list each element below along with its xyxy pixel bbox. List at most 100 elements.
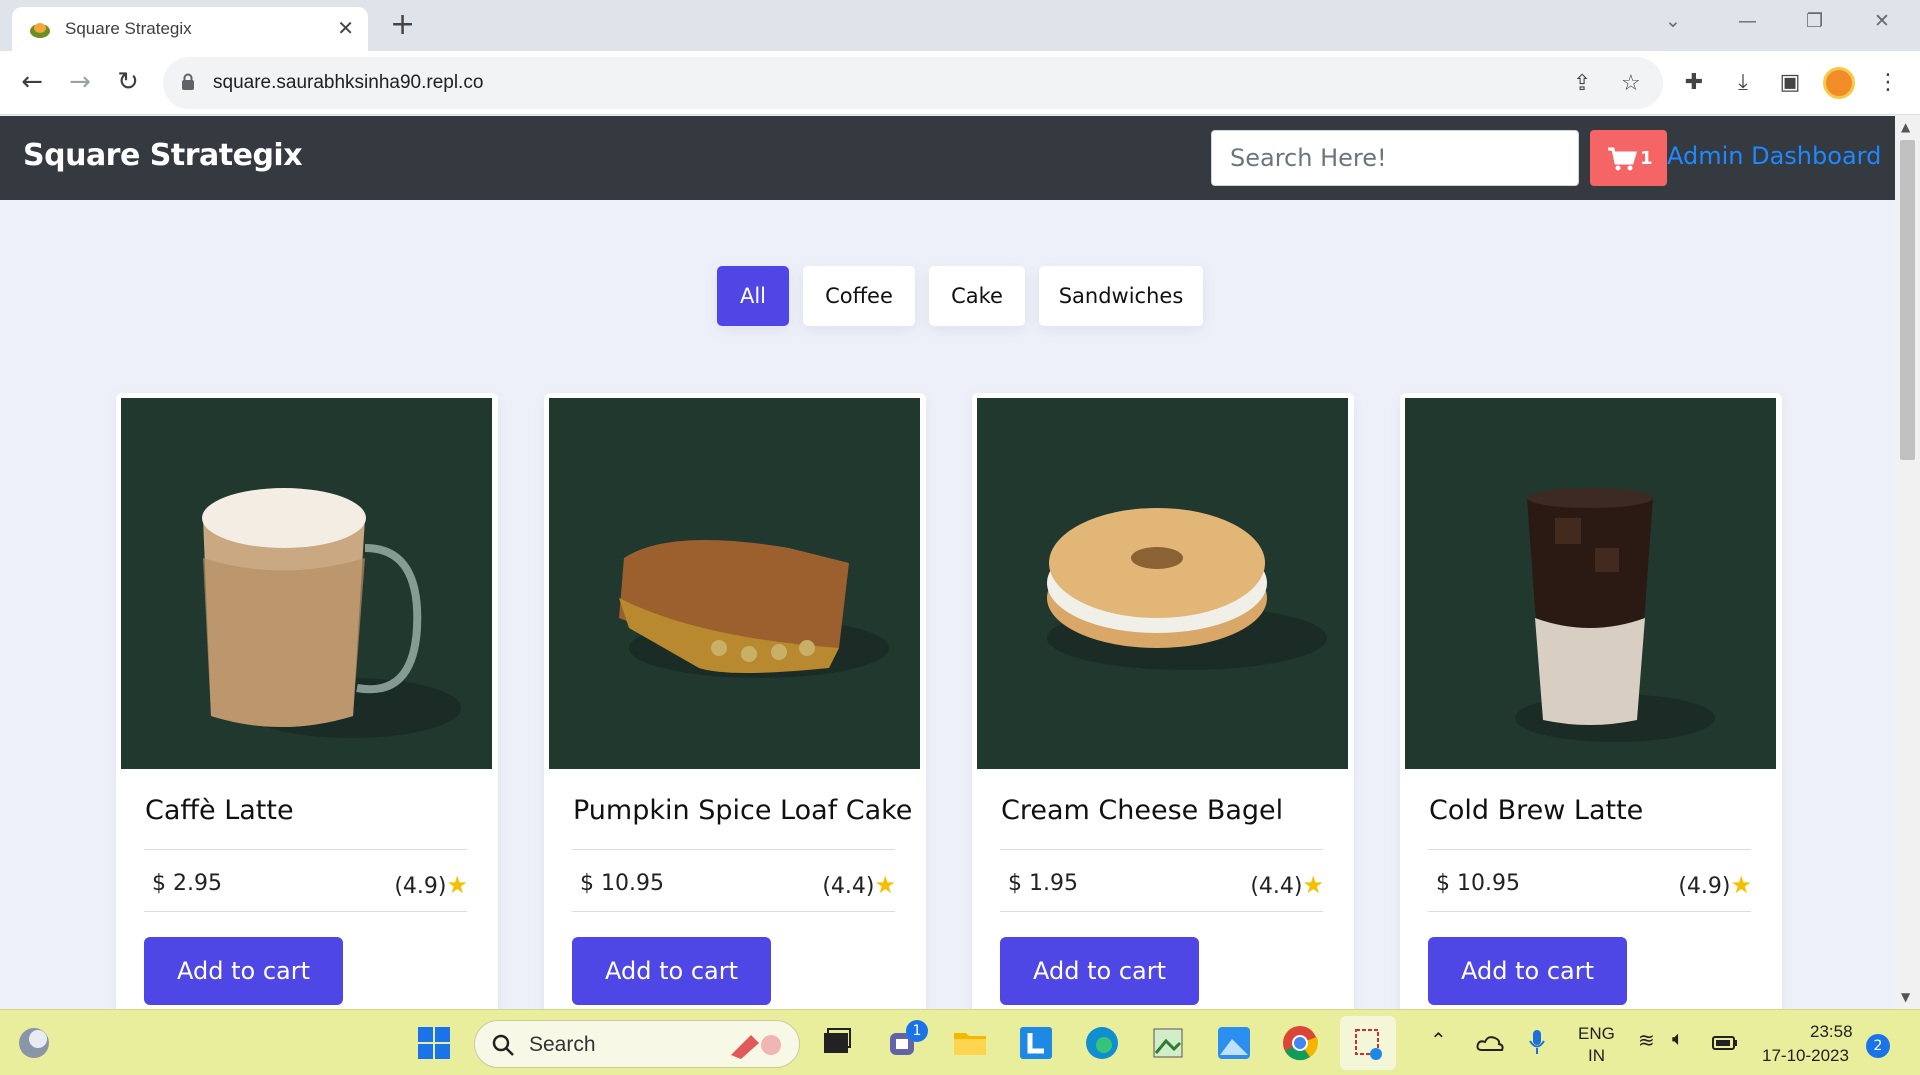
cart-button[interactable]: 1: [1590, 130, 1667, 186]
language-top[interactable]: ENG: [1578, 1024, 1615, 1044]
product-image-bagel: [977, 398, 1348, 769]
notification-badge[interactable]: 2: [1866, 1034, 1890, 1058]
divider: [1428, 849, 1751, 850]
filter-sandwiches[interactable]: Sandwiches: [1039, 266, 1203, 326]
product-price: $ 2.95: [152, 871, 222, 896]
lock-icon: [182, 73, 194, 90]
tab-search-icon[interactable]: ⌄: [1665, 8, 1681, 34]
scroll-down-icon[interactable]: ▼: [1901, 990, 1910, 1004]
star-icon: ★: [874, 871, 896, 899]
product-rating: (4.9)★: [1678, 871, 1752, 899]
menu-icon[interactable]: ⋮: [1871, 66, 1905, 100]
page-scrollbar[interactable]: ▲ ▼: [1895, 116, 1920, 1009]
add-to-cart-button[interactable]: Add to cart: [144, 937, 343, 1005]
filter-coffee[interactable]: Coffee: [803, 266, 915, 326]
add-to-cart-button[interactable]: Add to cart: [572, 937, 771, 1005]
taskbar-search-label: Search: [529, 1033, 596, 1056]
new-tab-icon[interactable]: +: [390, 9, 415, 41]
search-icon: [492, 1034, 514, 1056]
taskbar-search[interactable]: Search: [474, 1020, 800, 1068]
reload-icon[interactable]: ↻: [112, 67, 144, 99]
divider: [1000, 911, 1323, 912]
browser-tab[interactable]: Square Strategix ✕: [12, 7, 368, 51]
forward-icon[interactable]: →: [64, 67, 96, 99]
add-to-cart-button[interactable]: Add to cart: [1000, 937, 1199, 1005]
microphone-icon[interactable]: [1528, 1028, 1546, 1056]
search-input[interactable]: [1211, 130, 1579, 186]
product-rating: (4.9)★: [394, 871, 468, 899]
tab-close-icon[interactable]: ✕: [337, 17, 354, 39]
divider: [572, 911, 895, 912]
product-image-loaf-cake: [549, 398, 920, 769]
volume-icon[interactable]: 🔈︎: [1672, 1028, 1684, 1051]
filter-all[interactable]: All: [717, 266, 789, 326]
product-price: $ 10.95: [1436, 871, 1520, 896]
product-card: Pumpkin Spice Loaf Cake $ 10.95 (4.4)★ A…: [544, 393, 926, 1009]
url-text: square.saurabhksinha90.repl.co: [213, 72, 484, 93]
extensions-icon[interactable]: ✚: [1677, 66, 1711, 100]
rating-value: (4.4): [822, 874, 875, 899]
product-rating: (4.4)★: [822, 871, 896, 899]
cart-icon: [1608, 147, 1637, 171]
product-card: Cold Brew Latte $ 10.95 (4.9)★ Add to ca…: [1400, 393, 1782, 1009]
admin-dashboard-link[interactable]: Admin Dashboard: [1667, 142, 1881, 170]
tab-title: Square Strategix: [65, 19, 192, 38]
browser-tabstrip: Square Strategix ✕ + ⌄ — ❐ ✕: [0, 0, 1920, 51]
divider: [144, 911, 467, 912]
browser-toolbar: ← → ↻ square.saurabhksinha90.repl.co ⇪ ☆…: [0, 51, 1920, 115]
product-name: Caffè Latte: [145, 795, 294, 826]
page-viewport: Square Strategix 1 Admin Dashboard All C…: [0, 116, 1895, 1009]
address-bar[interactable]: square.saurabhksinha90.repl.co ⇪ ☆: [163, 57, 1663, 109]
battery-icon[interactable]: [1712, 1035, 1738, 1051]
chat-badge: 1: [906, 1020, 928, 1042]
product-rating: (4.4)★: [1250, 871, 1324, 899]
side-panel-icon[interactable]: ▣: [1773, 66, 1807, 100]
rating-value: (4.4): [1250, 874, 1303, 899]
clock-date[interactable]: 17-10-2023: [1762, 1046, 1849, 1066]
product-image-latte: [121, 398, 492, 769]
product-price: $ 1.95: [1008, 871, 1078, 896]
minimize-icon[interactable]: —: [1738, 8, 1757, 34]
start-icon[interactable]: [414, 1023, 454, 1063]
star-icon: ★: [1730, 871, 1752, 899]
star-icon: ★: [1302, 871, 1324, 899]
add-to-cart-button[interactable]: Add to cart: [1428, 937, 1627, 1005]
clock-time[interactable]: 23:58: [1810, 1022, 1853, 1042]
product-name: Cream Cheese Bagel: [1001, 795, 1284, 826]
product-name: Pumpkin Spice Loaf Cake: [573, 795, 913, 826]
divider: [1428, 911, 1751, 912]
divider: [1000, 849, 1323, 850]
snipping-tool-active[interactable]: [1340, 1016, 1396, 1070]
task-view-icon[interactable]: [816, 1023, 856, 1063]
back-icon[interactable]: ←: [16, 67, 48, 99]
rating-value: (4.9): [394, 874, 447, 899]
bookmark-star-icon[interactable]: ☆: [1621, 71, 1641, 96]
filter-cake[interactable]: Cake: [929, 266, 1025, 326]
language-bottom[interactable]: IN: [1588, 1046, 1605, 1066]
scrollbar-thumb[interactable]: [1900, 140, 1915, 460]
divider: [144, 849, 467, 850]
wifi-icon[interactable]: ≋: [1638, 1028, 1655, 1053]
restore-icon[interactable]: ❐: [1806, 8, 1823, 34]
brand-title[interactable]: Square Strategix: [23, 138, 303, 173]
photo-editor-icon[interactable]: [1148, 1023, 1188, 1063]
product-card: Cream Cheese Bagel $ 1.95 (4.4)★ Add to …: [972, 393, 1354, 1009]
tray-overflow-icon[interactable]: ⌃: [1430, 1028, 1447, 1053]
close-window-icon[interactable]: ✕: [1874, 8, 1890, 34]
profile-avatar[interactable]: [1823, 67, 1855, 99]
edge-icon[interactable]: [1082, 1023, 1122, 1063]
chrome-icon[interactable]: [1280, 1023, 1320, 1063]
download-icon[interactable]: ⤓: [1726, 66, 1760, 100]
l-app-icon[interactable]: [1016, 1023, 1056, 1063]
product-name: Cold Brew Latte: [1429, 795, 1644, 826]
cart-count: 1: [1640, 148, 1653, 169]
product-image-cold-brew: [1405, 398, 1776, 769]
file-explorer-icon[interactable]: [950, 1023, 990, 1063]
product-card: Caffè Latte $ 2.95 (4.9)★ Add to cart: [116, 393, 498, 1009]
scroll-up-icon[interactable]: ▲: [1901, 120, 1910, 134]
rating-value: (4.9): [1678, 874, 1731, 899]
share-icon[interactable]: ⇪: [1573, 71, 1591, 96]
photos-icon[interactable]: [1214, 1023, 1254, 1063]
onedrive-icon[interactable]: [1476, 1034, 1504, 1052]
widgets-icon[interactable]: [14, 1023, 54, 1063]
